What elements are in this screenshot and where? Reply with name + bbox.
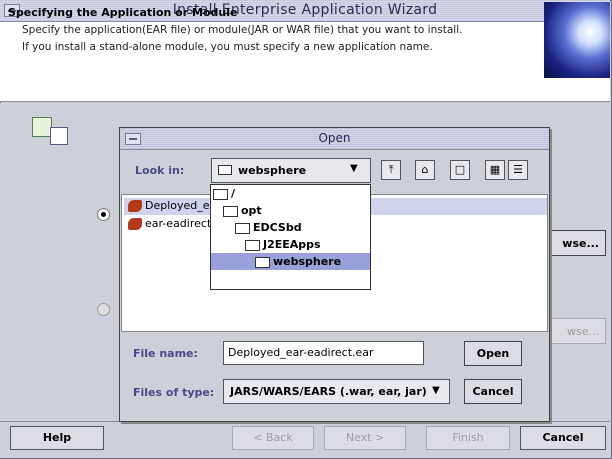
- cancel-button[interactable]: Cancel: [520, 426, 606, 450]
- home-icon[interactable]: ⌂: [415, 160, 435, 180]
- next-button[interactable]: Next >: [324, 426, 406, 450]
- new-folder-icon[interactable]: □: [450, 160, 470, 180]
- globe-logo-icon: [544, 2, 610, 78]
- look-in-value: websphere: [238, 164, 307, 177]
- ear-file-icon: [128, 200, 142, 212]
- dropdown-item[interactable]: opt: [211, 202, 370, 219]
- folder-icon: [235, 222, 250, 234]
- server-path-radio[interactable]: [97, 303, 110, 316]
- folder-icon: [223, 205, 238, 217]
- local-path-radio[interactable]: [97, 208, 110, 221]
- ear-file-icon: [128, 218, 142, 230]
- look-in-label: Look in:: [135, 164, 185, 177]
- folder-icon: [245, 239, 260, 251]
- files-of-type-combobox[interactable]: JARS/WARS/EARS (.war, ear, jar): [223, 379, 450, 404]
- step-description-line2: If you install a stand-alone module, you…: [22, 41, 433, 53]
- folder-icon: [255, 256, 270, 268]
- list-view-icon[interactable]: ▦: [485, 160, 505, 180]
- files-of-type-label: Files of type:: [133, 386, 215, 399]
- dropdown-item[interactable]: /: [211, 185, 370, 202]
- step-description-line1: Specify the application(EAR file) or mod…: [22, 24, 463, 36]
- chevron-down-icon[interactable]: ▼: [432, 385, 440, 396]
- open-dialog-title: Open: [318, 131, 351, 145]
- folder-icon: [218, 165, 232, 175]
- tree-icon: [32, 117, 52, 137]
- folder-icon: [213, 188, 228, 200]
- up-one-level-icon[interactable]: ⤒: [381, 160, 401, 180]
- chevron-down-icon[interactable]: ▼: [350, 163, 358, 174]
- back-button[interactable]: < Back: [232, 426, 314, 450]
- dialog-cancel-button[interactable]: Cancel: [464, 379, 522, 404]
- look-in-dropdown[interactable]: / opt EDCSbd J2EEApps websphere: [210, 184, 371, 290]
- browse-button-2[interactable]: wse...: [548, 318, 606, 344]
- help-label: Help: [42, 431, 72, 444]
- file-name[interactable]: Deployed_e: [145, 199, 210, 212]
- file-name-label: File name:: [133, 347, 198, 360]
- finish-button[interactable]: Finish: [426, 426, 510, 450]
- dropdown-item-selected[interactable]: websphere: [211, 253, 370, 270]
- file-name[interactable]: ear-eadirect: [145, 217, 211, 230]
- help-button[interactable]: Help: [10, 426, 104, 450]
- dropdown-item[interactable]: EDCSbd: [211, 219, 370, 236]
- details-view-icon[interactable]: ☰: [508, 160, 528, 180]
- dropdown-item[interactable]: J2EEApps: [211, 236, 370, 253]
- file-name-input[interactable]: Deployed_ear-eadirect.ear: [223, 341, 424, 365]
- browse-button-1[interactable]: wse...: [548, 230, 606, 256]
- open-button[interactable]: Open: [464, 341, 522, 366]
- edit-document-icon: [50, 127, 68, 145]
- step-title: Specifying the Application or Module: [8, 6, 238, 19]
